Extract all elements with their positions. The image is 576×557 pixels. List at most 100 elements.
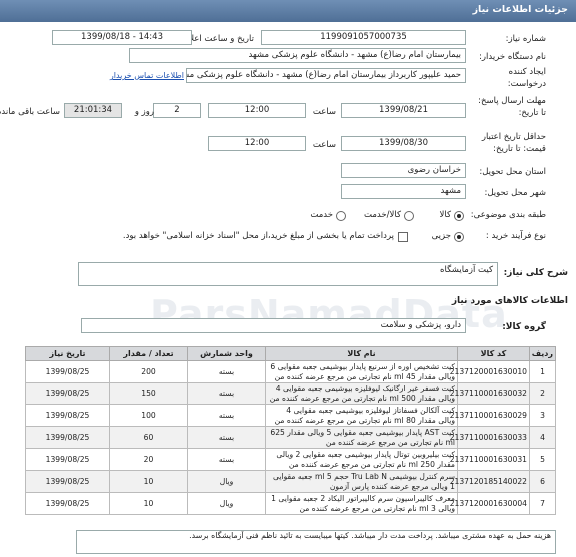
cell-name: سرم کنترل بیوشیمی Tru Lab N حجم 5 ml جعب… <box>265 470 458 493</box>
cell-code: 2137120001630004 <box>450 492 530 515</box>
cell-qty: 100 <box>109 404 188 427</box>
table-row: 5 2137110001630031 کیت بیلیروبین توتال پ… <box>25 448 556 471</box>
category-radio-goods[interactable] <box>454 211 464 221</box>
table-row: 2 2137110001630032 کیت فسفر غیر ارگانیک … <box>25 382 556 405</box>
title-bar: جزئیات اطلاعات نیاز <box>0 0 576 22</box>
category-option-goods-service: کالا/خدمت <box>364 210 401 220</box>
city-field: مشهد <box>341 184 466 199</box>
process-radio-partial[interactable] <box>454 232 464 242</box>
cell-unit: بسته <box>187 404 266 427</box>
cell-name: کیت فسفر غیر ارگانیک لیوفلیزه بیوشیمی جع… <box>265 382 458 405</box>
cell-date: 1399/08/25 <box>25 404 110 427</box>
cell-qty: 20 <box>109 448 188 471</box>
buyer-contact-link[interactable]: اطلاعات تماس خریدار <box>110 71 184 80</box>
process-label: نوع فرآیند خرید : <box>485 231 546 241</box>
need-details-page: جزئیات اطلاعات نیاز شماره نیاز: 11990910… <box>0 0 576 557</box>
cell-code: 2137120185140022 <box>450 470 530 493</box>
reply-date-field: 1399/08/21 <box>341 103 466 118</box>
cell-unit: بسته <box>187 360 266 383</box>
cell-row: 5 <box>529 448 556 471</box>
cell-name: کیت بیلیروبین توتال پایدار بیوشیمی جعبه … <box>265 448 458 471</box>
cell-code: 2137110001630029 <box>450 404 530 427</box>
cell-name: کیت آلکالن فسفاتاز لیوفلیزه بیوشیمی جعبه… <box>265 404 458 427</box>
province-field: خراسان رضوی <box>341 163 466 178</box>
cell-code: 2137110001630031 <box>450 448 530 471</box>
items-table: ردیف کد کالا نام کالا واحد شمارش تعداد /… <box>25 346 556 515</box>
item-group-label: گروه کالا: <box>502 322 546 332</box>
time-remaining-label: ساعت باقی مانده <box>0 107 60 117</box>
col-header-row: ردیف <box>529 346 556 361</box>
page-title: جزئیات اطلاعات نیاز <box>472 4 568 15</box>
cell-qty: 150 <box>109 382 188 405</box>
cell-date: 1399/08/25 <box>25 426 110 449</box>
time-remaining-field: 21:01:34 <box>64 103 122 118</box>
table-header-row: ردیف کد کالا نام کالا واحد شمارش تعداد /… <box>25 346 556 361</box>
cell-name: معرف کالیبراسیون سرم کالیبراتور الیکاد 2… <box>265 492 458 515</box>
col-header-qty: تعداد / مقدار <box>109 346 188 361</box>
category-option-service: خدمت <box>310 210 333 220</box>
cell-name: کیت AST پایدار بیوشیمی جعبه مقوایی 5 ویا… <box>265 426 458 449</box>
cell-row: 6 <box>529 470 556 493</box>
validity-label-2: قیمت: تا تاریخ: <box>493 144 546 154</box>
items-section-title: اطلاعات کالاهای مورد نیاز <box>451 296 568 306</box>
cell-row: 4 <box>529 426 556 449</box>
treasury-note: پرداخت تمام یا بخشی از مبلغ خرید،از محل … <box>122 231 394 241</box>
cell-qty: 10 <box>109 492 188 515</box>
category-radio-service[interactable] <box>336 211 346 221</box>
col-header-unit: واحد شمارش <box>187 346 266 361</box>
cell-date: 1399/08/25 <box>25 470 110 493</box>
validity-label: حداقل تاریخ اعتبار <box>481 132 546 142</box>
days-remaining-field: 2 <box>153 103 201 118</box>
cell-code: 2137110001630033 <box>450 426 530 449</box>
creator-field: حمید علیپور کاربرداز بیمارستان امام رضا(… <box>186 68 466 83</box>
need-number-label: شماره نیاز: <box>505 34 546 44</box>
days-label: روز و <box>134 107 154 117</box>
category-radio-goods-service[interactable] <box>404 211 414 221</box>
cell-unit: بسته <box>187 448 266 471</box>
cell-date: 1399/08/25 <box>25 360 110 383</box>
cell-date: 1399/08/25 <box>25 448 110 471</box>
reply-time-label: ساعت <box>312 107 336 117</box>
reply-deadline-label: مهلت ارسال پاسخ: <box>478 96 546 106</box>
reply-deadline-label-2: تا تاریخ: <box>518 108 546 118</box>
cell-unit: ویال <box>187 470 266 493</box>
cell-row: 7 <box>529 492 556 515</box>
cell-date: 1399/08/25 <box>25 492 110 515</box>
table-row: 7 2137120001630004 معرف کالیبراسیون سرم … <box>25 492 556 515</box>
table-row: 1 2137120001630010 کیت تشخیص اوره از سرن… <box>25 360 556 383</box>
category-option-goods: کالا <box>439 210 451 220</box>
cell-row: 2 <box>529 382 556 405</box>
validity-time-label: ساعت <box>312 140 336 150</box>
cell-qty: 60 <box>109 426 188 449</box>
col-header-date: تاریخ نیاز <box>25 346 110 361</box>
treasury-checkbox[interactable] <box>398 232 408 242</box>
table-row: 4 2137110001630033 کیت AST پایدار بیوشیم… <box>25 426 556 449</box>
creator-label: ایجاد کننده <box>508 67 546 77</box>
cell-code: 2137120001630010 <box>450 360 530 383</box>
cell-date: 1399/08/25 <box>25 382 110 405</box>
cell-unit: بسته <box>187 382 266 405</box>
cell-unit: بسته <box>187 426 266 449</box>
general-desc-label: شرح کلی نیاز: <box>503 268 568 278</box>
process-option-partial: جزیی <box>431 231 451 241</box>
col-header-name: نام کالا <box>265 346 458 361</box>
item-group-field: دارو، پزشکی و سلامت <box>81 318 466 333</box>
city-label: شهر محل تحویل: <box>484 188 546 198</box>
general-desc-field: کیت آزمایشگاه <box>78 262 498 286</box>
province-label: استان محل تحویل: <box>479 167 546 177</box>
col-header-code: کد کالا <box>457 346 530 361</box>
validity-date-field: 1399/08/30 <box>341 136 466 151</box>
reply-time-field: 12:00 <box>208 103 306 118</box>
announce-field: 1399/08/18 - 14:43 <box>52 30 192 45</box>
cell-unit: ویال <box>187 492 266 515</box>
cell-qty: 200 <box>109 360 188 383</box>
validity-time-field: 12:00 <box>208 136 306 151</box>
creator-label-2: درخواست: <box>507 79 546 89</box>
cell-name: کیت تشخیص اوره از سرنیع پایدار بیوشیمی ج… <box>265 360 458 383</box>
buyer-field: بیمارستان امام رضا(ع) مشهد - دانشگاه علو… <box>129 48 466 63</box>
cell-row: 1 <box>529 360 556 383</box>
table-row: 6 2137120185140022 سرم کنترل بیوشیمی Tru… <box>25 470 556 493</box>
category-label: طبقه بندی موضوعی: <box>470 210 546 220</box>
cell-row: 3 <box>529 404 556 427</box>
buyer-notes-field: هزینه حمل به عهده مشتری میباشد. پرداخت م… <box>76 530 556 554</box>
